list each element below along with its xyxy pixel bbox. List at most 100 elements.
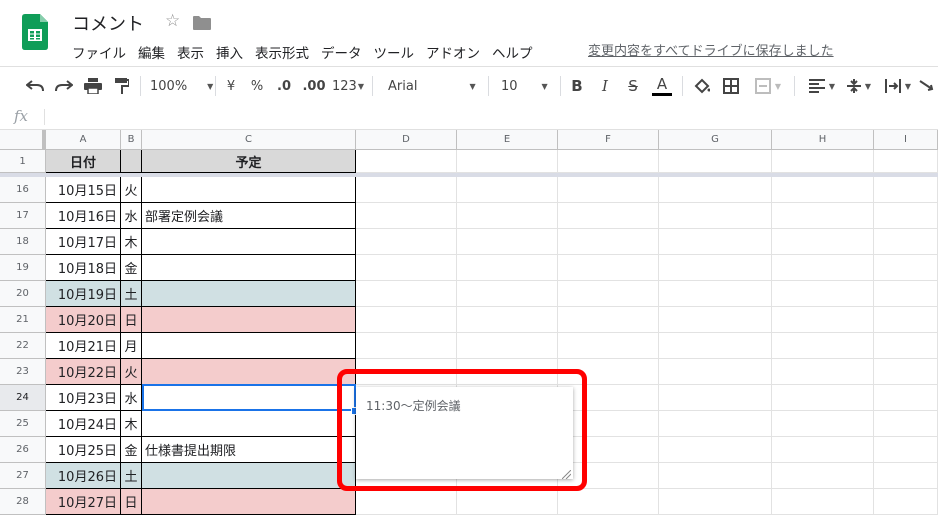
document-title[interactable]: コメント	[72, 10, 144, 36]
menu-view[interactable]: 表示	[171, 40, 210, 64]
column-header-b[interactable]: B	[121, 130, 142, 150]
grid-cell[interactable]	[457, 281, 558, 307]
header-cell-day[interactable]	[121, 150, 142, 173]
grid-cell[interactable]	[874, 177, 938, 203]
font-size-select[interactable]: 10 ▼	[501, 75, 553, 97]
grid-cell[interactable]	[659, 203, 772, 229]
day-cell[interactable]: 木	[121, 411, 142, 437]
grid-cell[interactable]	[772, 255, 874, 281]
vertical-align-icon[interactable]: ▼	[843, 75, 875, 97]
grid-cell[interactable]	[772, 150, 874, 173]
column-header-a[interactable]: A	[46, 130, 121, 150]
day-cell[interactable]: 金	[121, 437, 142, 463]
grid-cell[interactable]	[874, 150, 938, 173]
redo-icon[interactable]	[53, 75, 75, 97]
bold-button[interactable]: B	[568, 75, 586, 97]
menu-data[interactable]: データ	[315, 40, 368, 64]
merge-cells-icon[interactable]: ▼	[750, 75, 786, 97]
column-header-i[interactable]: I	[874, 130, 938, 150]
grid-cell[interactable]	[874, 489, 938, 515]
paint-format-icon[interactable]	[111, 75, 133, 97]
row-header[interactable]: 20	[0, 281, 46, 307]
grid-cell[interactable]	[558, 333, 659, 359]
date-cell[interactable]: 10月27日	[46, 489, 121, 515]
row-header[interactable]: 26	[0, 437, 46, 463]
grid-cell[interactable]	[772, 333, 874, 359]
row-header[interactable]: 25	[0, 411, 46, 437]
grid-cell[interactable]	[356, 255, 457, 281]
grid-cell[interactable]	[356, 489, 457, 515]
header-cell-plan[interactable]: 予定	[142, 150, 356, 173]
plan-cell[interactable]	[142, 229, 356, 255]
grid-cell[interactable]	[558, 177, 659, 203]
grid-cell[interactable]	[659, 385, 772, 411]
grid-cell[interactable]	[772, 281, 874, 307]
date-cell[interactable]: 10月23日	[46, 385, 121, 411]
font-family-select[interactable]: Arial ▼	[388, 75, 478, 97]
date-cell[interactable]: 10月21日	[46, 333, 121, 359]
grid-cell[interactable]	[356, 281, 457, 307]
day-cell[interactable]: 水	[121, 203, 142, 229]
grid-cell[interactable]	[874, 307, 938, 333]
column-header-f[interactable]: F	[558, 130, 659, 150]
grid-cell[interactable]	[558, 307, 659, 333]
row-header[interactable]: 27	[0, 463, 46, 489]
text-color-button[interactable]: A	[652, 75, 672, 96]
date-cell[interactable]: 10月26日	[46, 463, 121, 489]
select-all-corner[interactable]	[0, 130, 46, 150]
print-icon[interactable]	[82, 75, 104, 97]
text-wrap-icon[interactable]: ▼	[882, 75, 914, 97]
undo-icon[interactable]	[24, 75, 46, 97]
grid-cell[interactable]	[457, 255, 558, 281]
grid-cell[interactable]	[659, 411, 772, 437]
column-header-g[interactable]: G	[659, 130, 772, 150]
day-cell[interactable]: 火	[121, 359, 142, 385]
fill-color-icon[interactable]	[692, 75, 712, 97]
row-header[interactable]: 22	[0, 333, 46, 359]
grid-cell[interactable]	[772, 463, 874, 489]
grid-cell[interactable]	[772, 385, 874, 411]
grid-cell[interactable]	[659, 255, 772, 281]
grid-cell[interactable]	[558, 255, 659, 281]
grid-cell[interactable]	[659, 150, 772, 173]
plan-cell[interactable]	[142, 281, 356, 307]
menu-edit[interactable]: 編集	[132, 40, 171, 64]
grid-cell[interactable]	[659, 489, 772, 515]
row-header[interactable]: 17	[0, 203, 46, 229]
grid-cell[interactable]	[457, 203, 558, 229]
grid-cell[interactable]	[457, 177, 558, 203]
align-left-icon[interactable]: ▼	[805, 75, 839, 97]
percent-button[interactable]: %	[248, 75, 266, 97]
plan-cell[interactable]	[142, 463, 356, 489]
grid-cell[interactable]	[558, 229, 659, 255]
formula-input[interactable]	[50, 105, 930, 129]
grid-cell[interactable]	[659, 333, 772, 359]
grid-cell[interactable]	[772, 203, 874, 229]
grid-cell[interactable]	[874, 385, 938, 411]
grid-cell[interactable]	[356, 203, 457, 229]
day-cell[interactable]: 月	[121, 333, 142, 359]
italic-button[interactable]: I	[596, 75, 614, 97]
grid-cell[interactable]	[659, 177, 772, 203]
grid-cell[interactable]	[558, 489, 659, 515]
menu-insert[interactable]: 挿入	[210, 40, 249, 64]
borders-icon[interactable]	[721, 75, 741, 97]
date-cell[interactable]: 10月25日	[46, 437, 121, 463]
row-header[interactable]: 21	[0, 307, 46, 333]
date-cell[interactable]: 10月18日	[46, 255, 121, 281]
day-cell[interactable]: 木	[121, 229, 142, 255]
grid-cell[interactable]	[659, 463, 772, 489]
more-formats-button[interactable]: 123 ▼	[332, 75, 364, 97]
date-cell[interactable]: 10月15日	[46, 177, 121, 203]
row-header[interactable]: 19	[0, 255, 46, 281]
day-cell[interactable]: 日	[121, 489, 142, 515]
day-cell[interactable]: 火	[121, 177, 142, 203]
grid-cell[interactable]	[457, 489, 558, 515]
grid-cell[interactable]	[356, 229, 457, 255]
grid-cell[interactable]	[874, 255, 938, 281]
menu-format[interactable]: 表示形式	[249, 40, 315, 64]
folder-icon[interactable]	[193, 15, 211, 30]
grid-cell[interactable]	[874, 359, 938, 385]
strikethrough-button[interactable]: S	[624, 75, 642, 97]
day-cell[interactable]: 水	[121, 385, 142, 411]
